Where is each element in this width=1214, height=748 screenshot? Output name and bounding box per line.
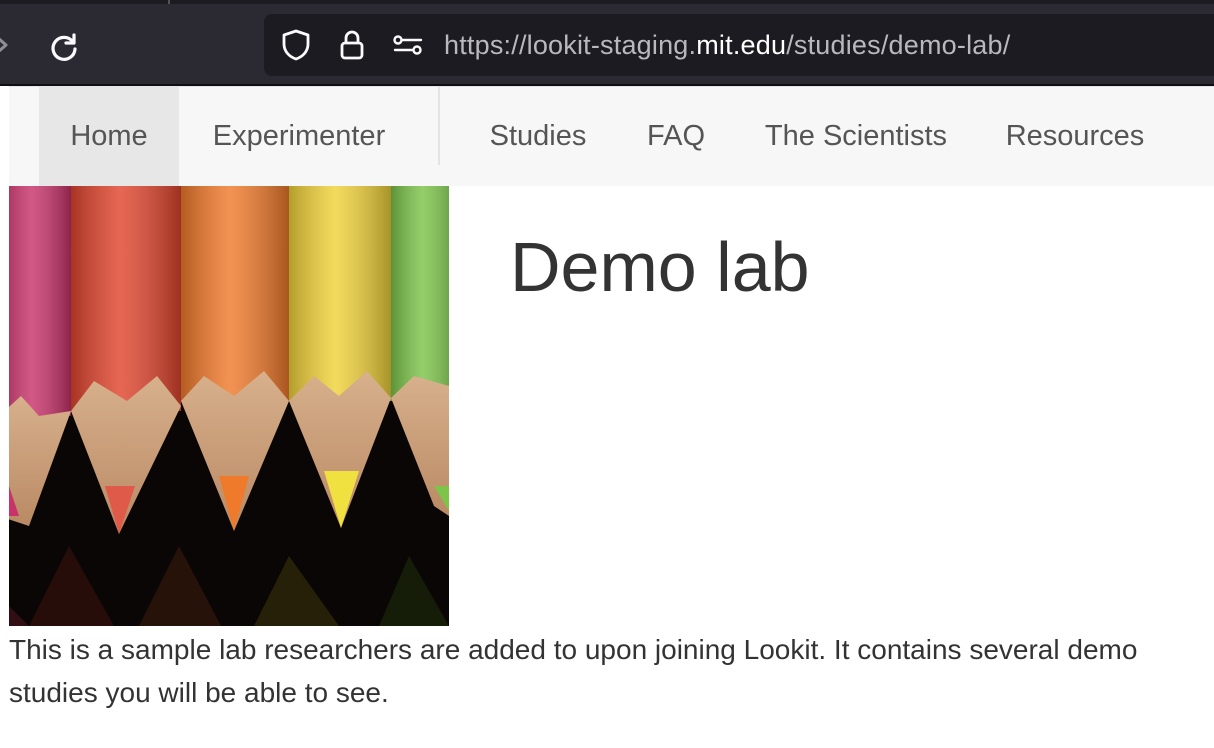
url-text[interactable]: https://lookit-staging.mit.edu/studies/d…: [444, 28, 1010, 62]
tab-separator: [168, 0, 170, 4]
url-host: mit.edu: [696, 30, 787, 60]
lab-description: This is a sample lab researchers are add…: [9, 634, 1138, 708]
nav-divider: [438, 87, 440, 165]
lock-icon[interactable]: [336, 29, 368, 61]
nav-the-scientists[interactable]: The Scientists: [745, 87, 967, 186]
lab-title: Demo lab: [510, 228, 810, 306]
permissions-icon[interactable]: [392, 29, 424, 61]
nav-experimenter[interactable]: Experimenter: [189, 87, 409, 186]
forward-icon[interactable]: [0, 30, 16, 60]
reload-icon: [51, 33, 77, 61]
tab-strip-edge: [0, 0, 1214, 4]
shield-icon[interactable]: [280, 29, 312, 61]
address-bar[interactable]: https://lookit-staging.mit.edu/studies/d…: [264, 14, 1214, 76]
nav-faq[interactable]: FAQ: [627, 87, 725, 186]
browser-toolbar: https://lookit-staging.mit.edu/studies/d…: [0, 0, 1214, 86]
nav-studies[interactable]: Studies: [469, 87, 607, 186]
url-path: /studies/demo-lab/: [786, 30, 1011, 60]
nav-resources[interactable]: Resources: [987, 87, 1163, 186]
site-navbar: Home Experimenter Studies FAQ The Scient…: [9, 86, 1214, 186]
lab-image: [9, 186, 449, 626]
nav-home[interactable]: Home: [39, 87, 179, 186]
reload-button[interactable]: [44, 27, 84, 67]
url-prefix: https://lookit-staging.: [444, 30, 697, 60]
